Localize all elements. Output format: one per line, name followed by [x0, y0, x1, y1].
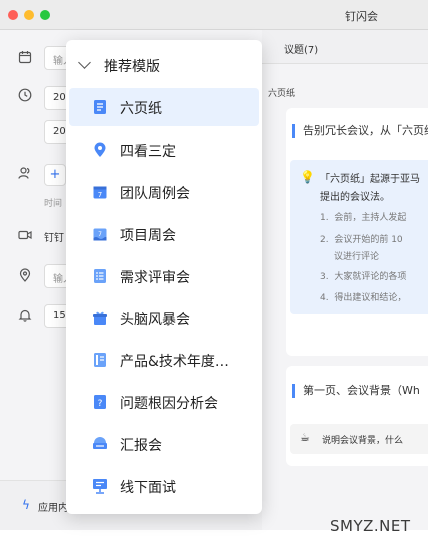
- list-item-continuation: 议进行评论: [334, 252, 380, 262]
- online-meeting-label: 钉钉: [44, 233, 64, 244]
- dropdown-header-label: 推荐模版: [104, 59, 160, 75]
- lightbulb-icon: 💡: [300, 170, 315, 184]
- minimize-window-button[interactable]: [24, 10, 34, 20]
- template-item-label: 团队周例会: [120, 186, 190, 202]
- template-item-four-look[interactable]: 四看三定: [69, 131, 259, 169]
- window-title: 钉闪会: [345, 10, 378, 23]
- report-icon: [91, 351, 109, 369]
- tab-agenda-label: 议题(7): [284, 45, 319, 56]
- document-icon: [91, 98, 109, 116]
- tab-agenda[interactable]: 议题(7): [262, 30, 428, 64]
- list-item: 1. 会前，主持人发起: [320, 213, 407, 223]
- participants-icon: [18, 166, 32, 180]
- bell-icon: [18, 308, 32, 322]
- info-callout: 💡 「六页纸」起源于亚马 提出的会议法。 1. 会前，主持人发起 2. 会议开始…: [290, 160, 428, 314]
- add-participant-button[interactable]: +: [44, 164, 66, 186]
- svg-text:?: ?: [98, 399, 103, 409]
- template-item-root-cause[interactable]: ? 问题根因分析会: [69, 383, 259, 421]
- agenda-card[interactable]: 第一页、会议背景（Wh ☕ 说明会议背景，什么: [286, 366, 428, 466]
- map-pin-icon: [91, 141, 109, 159]
- lightning-icon: ϟ: [22, 498, 30, 512]
- template-item-six-pager[interactable]: 六页纸: [69, 88, 259, 126]
- svg-text:7: 7: [98, 191, 102, 199]
- watermark: SMYZ.NET: [330, 517, 411, 535]
- in-app-reminder-label[interactable]: 应用内: [38, 499, 68, 514]
- callout-text-1: 「六页纸」起源于亚马: [320, 174, 420, 185]
- template-item-label: 四看三定: [120, 144, 176, 160]
- list-item: 2. 会议开始的前 10: [320, 235, 403, 245]
- template-item-label: 项目周会: [120, 228, 176, 244]
- checklist-icon: [91, 267, 109, 285]
- template-item-report[interactable]: 汇报会: [69, 425, 259, 463]
- presentation-icon: [91, 435, 109, 453]
- coffee-icon: ☕: [300, 431, 310, 444]
- title-bar: 钉闪会: [0, 0, 428, 30]
- recommended-templates-header[interactable]: 推荐模版: [78, 54, 248, 76]
- template-item-label: 六页纸: [120, 101, 162, 117]
- template-item-label: 产品&技术年度…: [120, 354, 229, 370]
- doc-title: 六页纸: [268, 89, 296, 99]
- info-callout: ☕ 说明会议背景，什么: [290, 424, 428, 454]
- time-hint-label: 时间: [44, 199, 63, 209]
- list-item: 3. 大家就评论的各项: [320, 272, 407, 282]
- callout-text: 说明会议背景，什么: [322, 436, 404, 446]
- plus-icon: +: [49, 167, 61, 182]
- template-dropdown: 推荐模版 六页纸 四看三定 7 团队周例会 7 项目周会 需求评审会 头脑风暴会: [66, 40, 262, 514]
- template-item-team-weekly[interactable]: 7 团队周例会: [69, 173, 259, 211]
- template-item-annual-review[interactable]: 产品&技术年度…: [69, 341, 259, 379]
- template-item-brainstorm[interactable]: 头脑风暴会: [69, 299, 259, 337]
- template-item-label: 需求评审会: [120, 270, 190, 286]
- gift-box-icon: [91, 309, 109, 327]
- section-title: 第一页、会议背景（Wh: [292, 384, 420, 398]
- board-icon: [91, 477, 109, 495]
- agenda-card[interactable]: 告别冗长会议，从「六页纸 💡 「六页纸」起源于亚马 提出的会议法。 1. 会前，…: [286, 108, 428, 356]
- template-item-interview[interactable]: 线下面试: [69, 467, 259, 505]
- template-item-requirement-review[interactable]: 需求评审会: [69, 257, 259, 295]
- template-item-project-weekly[interactable]: 7 项目周会: [69, 215, 259, 253]
- zoom-window-button[interactable]: [40, 10, 50, 20]
- wave-calendar-icon: 7: [91, 225, 109, 243]
- close-window-button[interactable]: [8, 10, 18, 20]
- video-camera-icon: [18, 228, 32, 242]
- template-item-label: 线下面试: [120, 480, 176, 496]
- question-doc-icon: ?: [91, 393, 109, 411]
- clock-icon: [18, 88, 32, 102]
- calendar-icon: 7: [91, 183, 109, 201]
- template-item-label: 汇报会: [120, 438, 162, 454]
- list-item: 4. 得出建议和结论，: [320, 293, 407, 303]
- app-window: 钉闪会 输入 202 202 + 时间 钉钉 输入 15 ϟ 应用内 议题(7)…: [0, 0, 428, 530]
- section-title: 告别冗长会议，从「六页纸: [292, 124, 428, 138]
- location-icon: [18, 268, 32, 282]
- callout-text-2: 提出的会议法。: [320, 192, 390, 203]
- template-item-label: 问题根因分析会: [120, 396, 218, 412]
- template-item-label: 头脑风暴会: [120, 312, 190, 328]
- calendar-icon: [18, 50, 32, 64]
- svg-text:7: 7: [98, 231, 102, 238]
- chevron-down-icon: [78, 56, 91, 69]
